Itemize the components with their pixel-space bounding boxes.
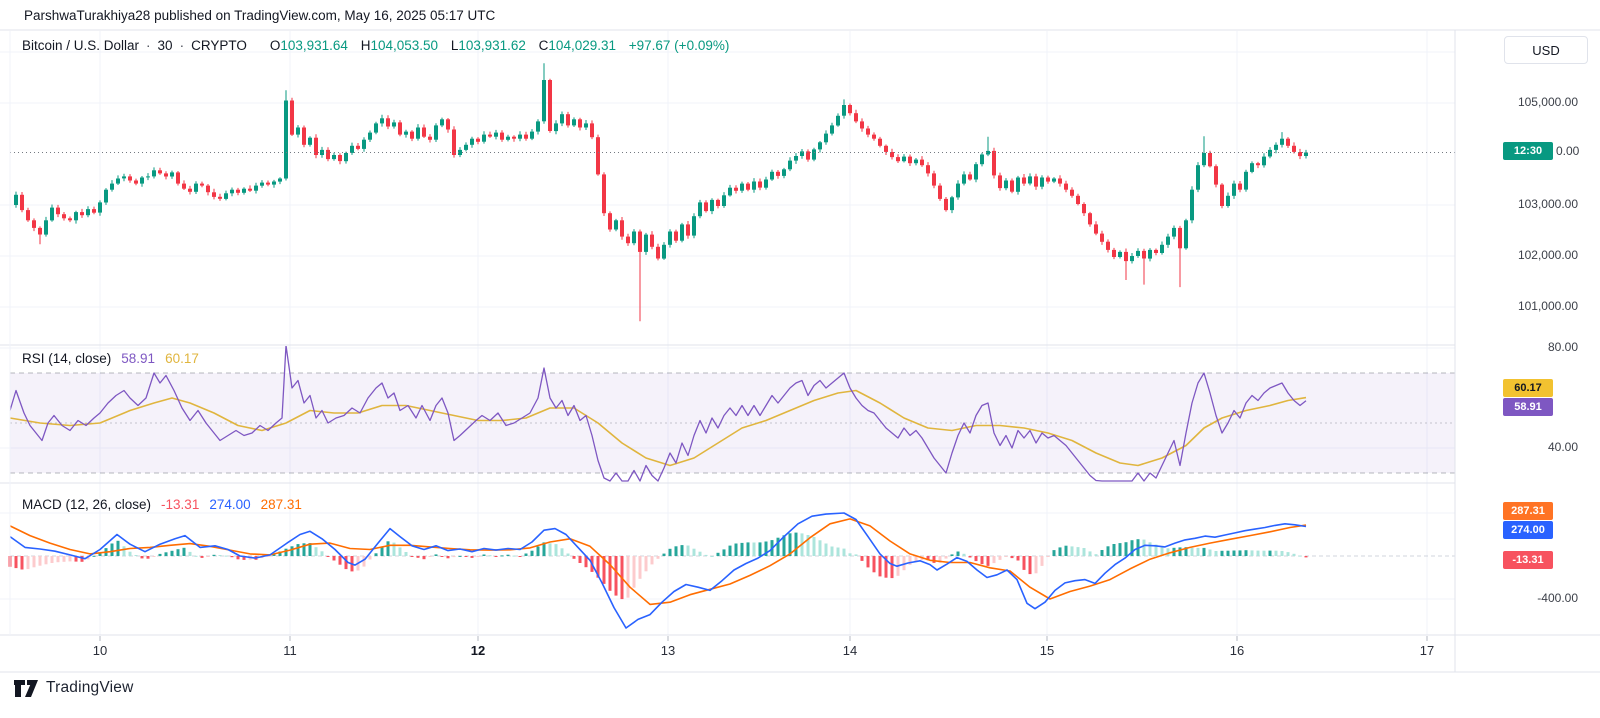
symbol-title[interactable]: Bitcoin / U.S. Dollar xyxy=(22,38,139,53)
axis-price-label: 80.00 xyxy=(1547,340,1578,354)
axis-price-label: 101,000.00 xyxy=(1517,299,1578,313)
rsi-ma-badge: 60.17 xyxy=(1503,379,1553,397)
legend-separator: · xyxy=(146,38,151,53)
time-axis-label: 14 xyxy=(842,643,858,658)
macd-value-badge: 274.00 xyxy=(1503,521,1553,539)
macd-legend[interactable]: MACD (12, 26, close) -13.31 274.00 287.3… xyxy=(22,497,302,512)
change-value: +97.67 (+0.09%) xyxy=(628,38,730,53)
time-axis-label: 12 xyxy=(470,643,486,658)
time-axis-label: 10 xyxy=(92,643,108,658)
axis-price-label: 40.00 xyxy=(1547,440,1578,454)
macd-signal-value: 287.31 xyxy=(260,497,302,512)
open-key: O xyxy=(269,38,281,53)
axis-price-label: 105,000.00 xyxy=(1517,95,1578,109)
axis-price-label: -400.00 xyxy=(1537,591,1578,605)
current-price-label-rest: 0.00 xyxy=(1556,144,1580,158)
low-value: 103,931.62 xyxy=(458,38,526,53)
close-key: C xyxy=(538,38,549,53)
close-value: 104,029.31 xyxy=(548,38,616,53)
pane-separators xyxy=(0,29,1600,673)
high-key: H xyxy=(360,38,371,53)
tradingview-attribution[interactable]: TradingView xyxy=(14,679,134,697)
symbol-legend[interactable]: Bitcoin / U.S. Dollar · 30 · CRYPTO O103… xyxy=(22,38,729,53)
axis-price-label: 102,000.00 xyxy=(1517,248,1578,262)
tradingview-logo-icon xyxy=(14,679,38,697)
legend-separator: · xyxy=(179,38,185,53)
chart-canvas[interactable] xyxy=(0,0,1600,718)
ohlc-values: O103,931.64 H104,053.50 L103,931.62 C104… xyxy=(261,38,729,53)
rsi-main-value: 58.91 xyxy=(121,351,156,366)
price-pane[interactable] xyxy=(10,63,1502,322)
rsi-legend-title[interactable]: RSI (14, close) xyxy=(22,351,111,366)
open-value: 103,931.64 xyxy=(280,38,348,53)
bar-countdown-badge: 12:30 xyxy=(1503,142,1553,160)
time-axis-label: 15 xyxy=(1039,643,1055,658)
macd-legend-title[interactable]: MACD (12, 26, close) xyxy=(22,497,151,512)
macd-histogram-badge: -13.31 xyxy=(1503,551,1553,569)
tradingview-brand-text: TradingView xyxy=(46,679,134,696)
macd-pane[interactable] xyxy=(8,512,1456,629)
currency-toggle-button[interactable]: USD xyxy=(1504,36,1588,64)
gridlines xyxy=(0,31,1455,635)
exchange-value: CRYPTO xyxy=(191,38,247,53)
rsi-legend[interactable]: RSI (14, close) 58.91 60.17 xyxy=(22,351,199,366)
macd-signal-badge: 287.31 xyxy=(1503,502,1553,520)
macd-hist-value: -13.31 xyxy=(161,497,200,512)
interval-value[interactable]: 30 xyxy=(158,38,173,53)
time-axis-label: 17 xyxy=(1419,643,1435,658)
time-axis-label: 13 xyxy=(660,643,676,658)
rsi-ma-value: 60.17 xyxy=(165,351,199,366)
rsi-pane[interactable] xyxy=(9,346,1455,482)
axis-price-label: 103,000.00 xyxy=(1517,197,1578,211)
high-value: 104,053.50 xyxy=(370,38,439,53)
time-axis-label: 11 xyxy=(283,643,297,658)
rsi-value-badge: 58.91 xyxy=(1503,398,1553,416)
time-axis-label: 16 xyxy=(1229,643,1245,658)
macd-main-value: 274.00 xyxy=(209,497,251,512)
